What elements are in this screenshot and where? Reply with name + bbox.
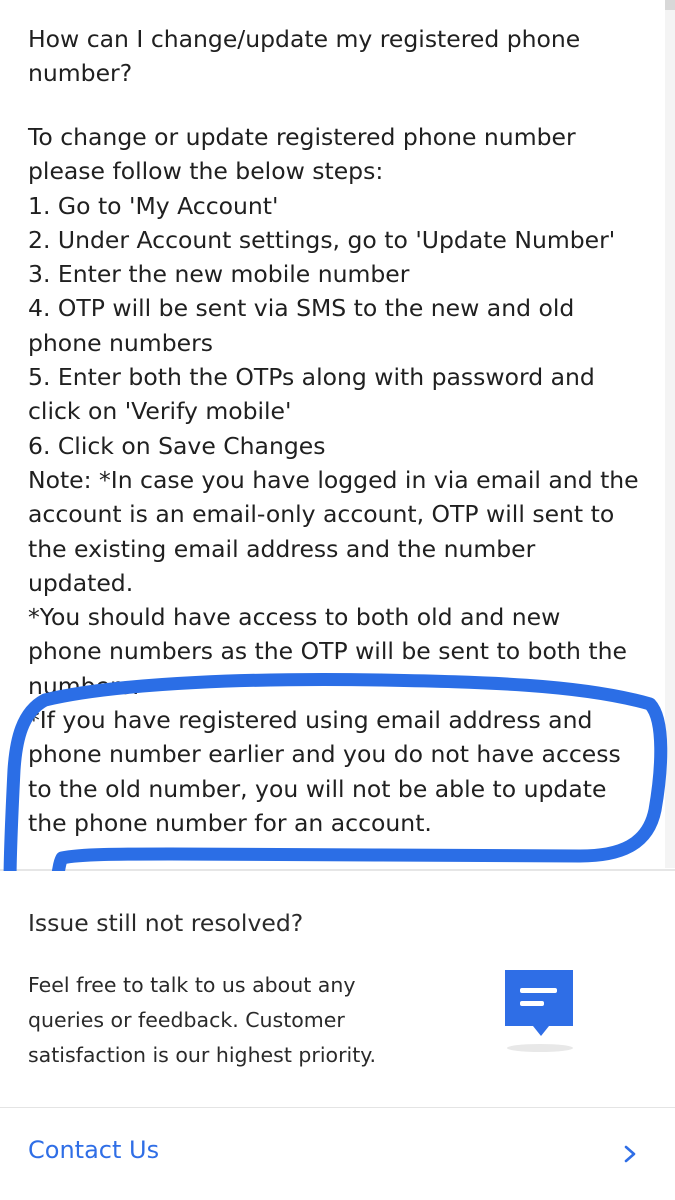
answer-step-line: click on 'Verify mobile' [28, 397, 292, 426]
answer-note-line: phone numbers as the OTP will be sent to… [28, 637, 627, 666]
chevron-right-icon [624, 1145, 636, 1163]
answer-step-line: 2. Under Account settings, go to 'Update… [28, 225, 616, 254]
answer-step-line: phone numbers [28, 328, 213, 357]
answer-note-line: account is an email-only account, OTP wi… [28, 500, 615, 529]
highlighted-note-line: *If you have registered using email addr… [28, 706, 593, 735]
answer-note-line: *You should have access to both old and … [28, 603, 561, 632]
answer-note-line: updated. [28, 568, 134, 597]
answer-step-line: 1. Go to 'My Account' [28, 191, 279, 220]
faq-answer-text: To change or update registered phone num… [28, 120, 658, 840]
scrollbar-thumb[interactable] [665, 0, 675, 10]
answer-intro-line: To change or update registered phone num… [28, 123, 576, 151]
chat-message-icon [505, 970, 573, 1052]
answer-step-line: 4. OTP will be sent via SMS to the new a… [28, 294, 575, 323]
answer-step-line: 3. Enter the new mobile number [28, 260, 410, 289]
support-description: Feel free to talk to us about any querie… [28, 973, 376, 1067]
highlighted-note-line: the phone number for an account. [28, 808, 432, 837]
scrollbar-track[interactable] [665, 0, 675, 868]
answer-step-line: 5. Enter both the OTPs along with passwo… [28, 363, 595, 392]
faq-answer-card: How can I change/update my registered ph… [0, 0, 675, 870]
highlighted-note-line: to the old number, you will not be able … [28, 774, 607, 803]
highlighted-note-line: phone number earlier and you do not have… [28, 740, 621, 769]
answer-note-line: numbers. [28, 671, 140, 700]
answer-note-line: the existing email address and the numbe… [28, 534, 536, 563]
answer-intro-line: please follow the below steps: [28, 157, 384, 186]
answer-step-line: 6. Click on Save Changes [28, 431, 326, 460]
answer-note-line: Note: *In case you have logged in via em… [28, 465, 639, 494]
support-title: Issue still not resolved? [28, 909, 304, 937]
support-section: Issue still not resolved? Feel free to t… [0, 871, 675, 1107]
faq-question: How can I change/update my registered ph… [28, 25, 581, 87]
contact-us-label: Contact Us [28, 1136, 160, 1164]
contact-us-button[interactable]: Contact Us [0, 1108, 675, 1200]
